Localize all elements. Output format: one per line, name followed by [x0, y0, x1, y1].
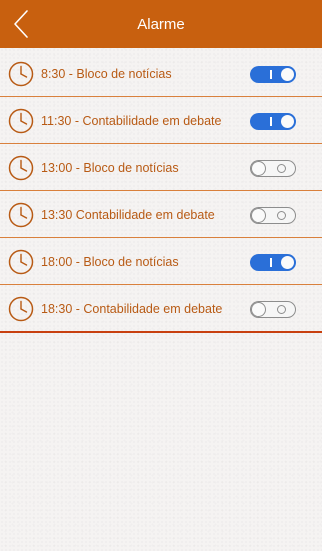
alarm-label: 18:00 - Bloco de notícias — [41, 255, 179, 269]
clock-icon — [8, 61, 34, 87]
alarm-toggle[interactable] — [250, 301, 296, 318]
alarm-toggle[interactable] — [250, 66, 296, 83]
toggle-knob — [280, 67, 295, 82]
toggle-off-mark — [277, 304, 286, 314]
alarm-toggle[interactable] — [250, 113, 296, 130]
page-title: Alarme — [137, 16, 185, 33]
clock-icon — [8, 202, 34, 228]
alarm-row: 8:30 - Bloco de notícias — [0, 50, 322, 97]
alarm-label: 13:30 Contabilidade em debate — [41, 208, 215, 222]
toggle-knob — [251, 208, 266, 223]
clock-icon — [8, 155, 34, 181]
toggle-on-mark — [270, 70, 272, 79]
alarm-label: 13:00 - Bloco de notícias — [41, 161, 179, 175]
alarm-list: 8:30 - Bloco de notícias 11:30 - Contabi… — [0, 50, 322, 333]
toggle-knob — [251, 161, 266, 176]
toggle-on-mark — [270, 258, 272, 267]
toggle-knob — [251, 302, 266, 317]
header-bar: Alarme — [0, 0, 322, 48]
alarm-toggle[interactable] — [250, 160, 296, 177]
toggle-off-mark — [277, 210, 286, 220]
alarm-row: 13:30 Contabilidade em debate — [0, 191, 322, 238]
alarm-toggle[interactable] — [250, 207, 296, 224]
toggle-off-mark — [277, 163, 286, 173]
alarm-row: 18:00 - Bloco de notícias — [0, 238, 322, 285]
clock-icon — [8, 296, 34, 322]
toggle-on-mark — [270, 117, 272, 126]
alarm-toggle[interactable] — [250, 254, 296, 271]
toggle-knob — [280, 114, 295, 129]
alarm-label: 8:30 - Bloco de notícias — [41, 67, 172, 81]
alarm-label: 18:30 - Contabilidade em debate — [41, 302, 223, 316]
toggle-knob — [280, 255, 295, 270]
alarm-label: 11:30 - Contabilidade em debate — [41, 114, 222, 128]
clock-icon — [8, 249, 34, 275]
alarm-row: 13:00 - Bloco de notícias — [0, 144, 322, 191]
alarm-row: 11:30 - Contabilidade em debate — [0, 97, 322, 144]
clock-icon — [8, 108, 34, 134]
alarm-row: 18:30 - Contabilidade em debate — [0, 285, 322, 333]
